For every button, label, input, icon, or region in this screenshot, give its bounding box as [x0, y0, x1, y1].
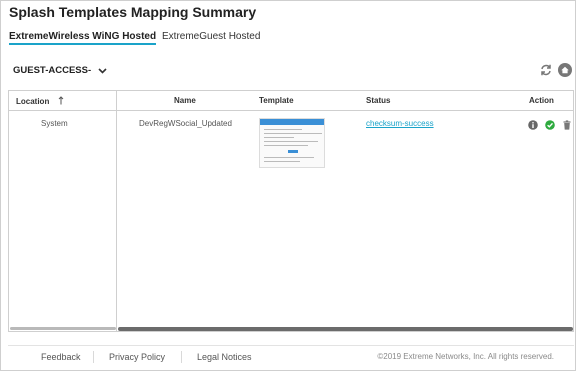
- column-header-location[interactable]: Location: [16, 96, 64, 106]
- footer-separator: [181, 351, 182, 363]
- info-icon[interactable]: [528, 120, 538, 130]
- tab-extremeguest-hosted[interactable]: ExtremeGuest Hosted: [162, 31, 260, 42]
- thumbnail-button: [288, 150, 298, 153]
- check-circle-icon[interactable]: [545, 120, 555, 130]
- mapping-table: Location Name Template Status Action Sys…: [8, 90, 574, 332]
- footer-link-privacy-policy[interactable]: Privacy Policy: [109, 352, 165, 362]
- copyright-text: ©2019 Extreme Networks, Inc. All rights …: [377, 352, 554, 361]
- row-name: DevRegWSocial_Updated: [139, 119, 232, 128]
- sort-up-icon: [58, 96, 63, 105]
- row-location: System: [41, 119, 68, 128]
- horizontal-scrollbar-main[interactable]: [118, 327, 573, 331]
- thumbnail-line: [264, 141, 318, 142]
- home-icon[interactable]: [558, 63, 572, 77]
- column-header-action: Action: [529, 96, 554, 105]
- status-link-text[interactable]: checksum-success: [366, 119, 434, 128]
- dropdown-value: GUEST-ACCESS-: [13, 65, 92, 76]
- column-header-template[interactable]: Template: [259, 96, 294, 105]
- horizontal-scrollbar-location[interactable]: [10, 327, 116, 330]
- row-status-link[interactable]: checksum-success: [366, 119, 434, 128]
- thumbnail-line: [264, 129, 302, 130]
- column-header-status[interactable]: Status: [366, 96, 390, 105]
- tab-wireless-wing-hosted[interactable]: ExtremeWireless WiNG Hosted: [9, 31, 157, 45]
- footer-separator: [93, 351, 94, 363]
- thumbnail-line: [264, 137, 294, 138]
- column-divider: [116, 91, 117, 331]
- trash-icon[interactable]: [562, 120, 572, 130]
- thumbnail-header-bar: [260, 119, 324, 125]
- footer-divider: [8, 345, 574, 346]
- template-thumbnail[interactable]: [259, 118, 325, 168]
- thumbnail-line: [264, 161, 300, 162]
- footer-link-feedback[interactable]: Feedback: [41, 352, 81, 362]
- page-title: Splash Templates Mapping Summary: [9, 4, 257, 20]
- refresh-icon[interactable]: [539, 63, 553, 77]
- guest-access-dropdown[interactable]: GUEST-ACCESS-: [13, 65, 107, 76]
- footer-link-legal-notices[interactable]: Legal Notices: [197, 352, 252, 362]
- thumbnail-line: [264, 157, 314, 158]
- thumbnail-line: [264, 145, 308, 146]
- chevron-down-icon: [98, 67, 107, 74]
- thumbnail-line: [264, 133, 322, 134]
- column-header-name[interactable]: Name: [174, 96, 196, 105]
